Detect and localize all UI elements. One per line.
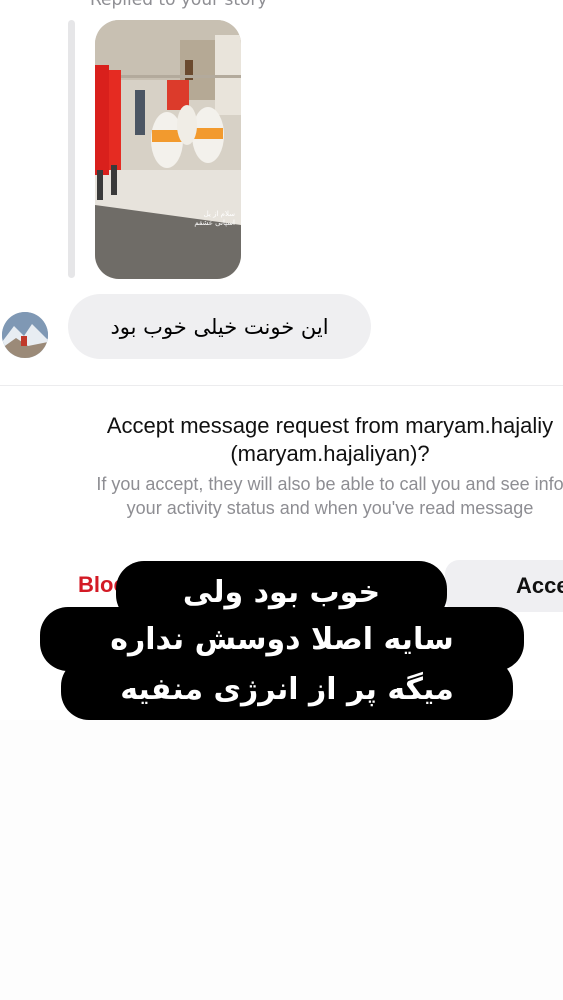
empty-area [0,720,563,1000]
story-caption-line: اسپانی عشقم [194,219,235,227]
story-caption-line: سلام از یل [203,210,235,218]
request-title-line: Accept message request from maryam.hajal… [106,413,554,438]
request-subtitle-line: your activity status and when you've rea… [126,498,534,518]
story-caption: سلام از یل اسپانی عشقم [165,210,235,228]
avatar[interactable] [2,312,48,358]
request-subtitle: If you accept, they will also be able to… [0,472,563,520]
message-text: این خونت خیلی خوب بود [110,314,329,339]
request-title-line: (maryam.hajaliyan)? [230,441,430,466]
message-bubble[interactable]: این خونت خیلی خوب بود [68,294,371,359]
caption-line-3: میگه پر از انرژی منفیه [61,658,513,720]
caption-line-1: خوب بود ولی [116,561,447,623]
request-subtitle-line: If you accept, they will also be able to… [96,474,563,494]
story-thumbnail[interactable]: سلام از یل اسپانی عشقم [95,20,241,279]
story-reply-indicator [68,20,75,278]
accept-button[interactable]: Accept [445,560,563,612]
replied-to-story-label: Replied to your story [90,0,268,10]
request-title: Accept message request from maryam.hajal… [0,412,563,468]
divider [0,385,563,386]
